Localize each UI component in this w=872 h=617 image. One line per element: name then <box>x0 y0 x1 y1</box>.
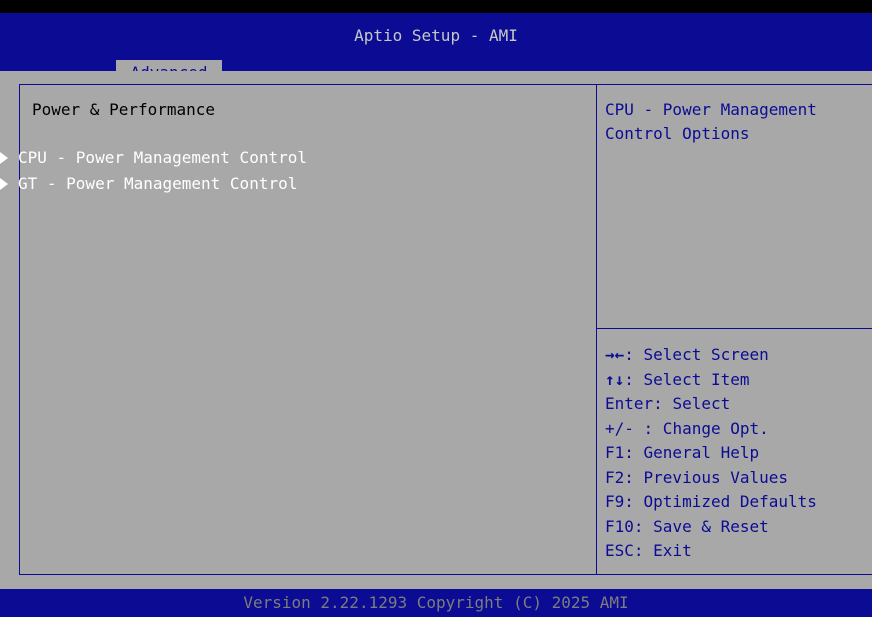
menu-item-label: CPU - Power Management Control <box>18 148 307 167</box>
version-text: Version 2.22.1293 Copyright (C) 2025 AMI <box>243 593 629 612</box>
footer-bar: Version 2.22.1293 Copyright (C) 2025 AMI <box>0 589 872 617</box>
up-down-arrows-icon: ↑↓ <box>605 369 625 389</box>
vertical-divider <box>596 84 597 575</box>
help-divider <box>596 328 872 329</box>
key-hint-select-screen: →←: Select Screen <box>605 345 769 364</box>
key-hint-change-opt: +/- : Change Opt. <box>605 418 769 438</box>
key-hint-f2: F2: Previous Values <box>605 467 789 487</box>
key-hint-f10: F10: Save & Reset <box>605 516 769 536</box>
key-hint-f1: F1: General Help <box>605 443 760 462</box>
key-legend: →←: Select Screen ↑↓: Select Item Enter:… <box>605 343 867 564</box>
left-right-arrows-icon: →← <box>605 345 625 364</box>
help-line: CPU - Power Management <box>605 100 817 119</box>
help-line: Control Options <box>605 124 750 143</box>
title-bar: Aptio Setup - AMI Advanced <box>0 13 872 84</box>
menu-item-gt-power-management[interactable]: GT - Power Management Control <box>0 174 297 198</box>
key-hint-f9: F9: Optimized Defaults <box>605 492 817 511</box>
submenu-arrow-icon <box>0 152 8 164</box>
app-title: Aptio Setup - AMI <box>354 26 518 45</box>
section-title: Power & Performance <box>32 100 216 119</box>
key-hint-enter: Enter: Select <box>605 394 731 413</box>
key-hint-esc: ESC: Exit <box>605 541 692 560</box>
menu-item-cpu-power-management[interactable]: CPU - Power Management Control <box>0 148 307 172</box>
item-help-text: CPU - Power Management Control Options <box>605 98 867 146</box>
menu-item-label: GT - Power Management Control <box>18 174 298 193</box>
submenu-arrow-icon <box>0 178 8 190</box>
key-hint-select-item: ↑↓: Select Item <box>605 369 750 389</box>
